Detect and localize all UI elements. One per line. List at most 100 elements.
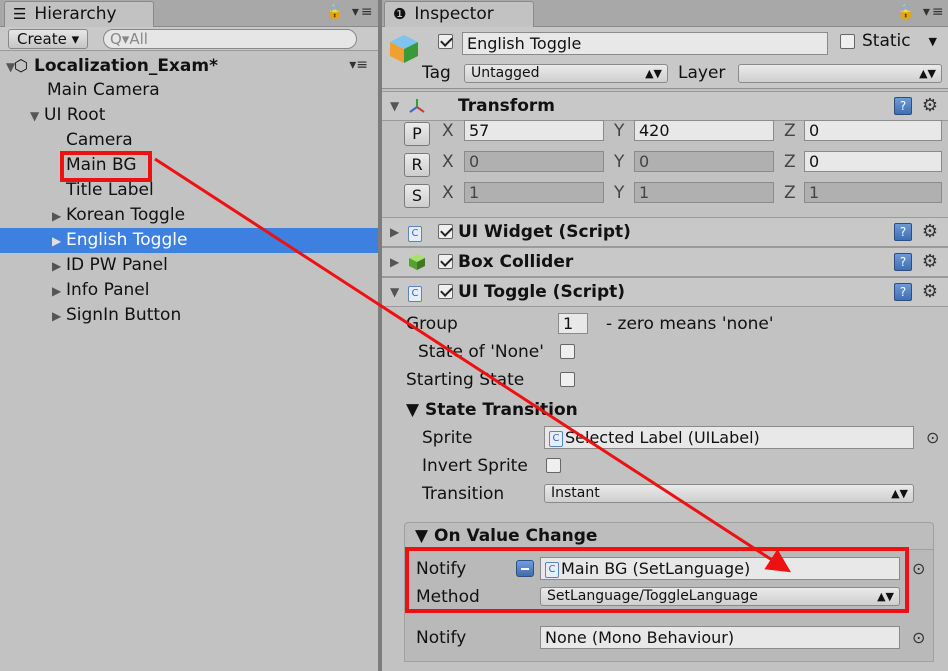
- object-picker-icon[interactable]: ⊙: [926, 428, 939, 447]
- help-book-icon[interactable]: ?: [894, 253, 912, 271]
- expand-arrow-icon[interactable]: ▼: [30, 104, 44, 129]
- help-book-icon[interactable]: ?: [894, 283, 912, 301]
- script-icon: C: [408, 226, 422, 242]
- collider-title: Box Collider: [458, 252, 574, 272]
- static-label: Static: [862, 31, 911, 51]
- ui-toggle-header[interactable]: ▼ C UI Toggle (Script) ? ⚙: [382, 277, 948, 307]
- notify-method-highlight: [405, 547, 909, 613]
- object-picker-icon[interactable]: ⊙: [912, 628, 925, 647]
- hierarchy-item[interactable]: ▶ Korean Toggle: [0, 203, 378, 228]
- object-name-input[interactable]: English Toggle: [462, 32, 828, 55]
- box-collider-header[interactable]: ▶ Box Collider ? ⚙: [382, 247, 948, 277]
- gear-icon[interactable]: ⚙: [922, 221, 938, 242]
- expand-arrow-icon[interactable]: ▼: [0, 55, 15, 80]
- hierarchy-item[interactable]: Title Label: [0, 178, 378, 203]
- help-book-icon[interactable]: ?: [894, 223, 912, 241]
- collider-enabled-checkbox[interactable]: [438, 254, 453, 269]
- widget-fold-icon[interactable]: ▶: [390, 225, 399, 239]
- scene-menu-icon[interactable]: ▾≡: [349, 53, 368, 78]
- rotation-reset-button[interactable]: R: [404, 153, 430, 177]
- expand-arrow-icon[interactable]: ▶: [52, 204, 66, 229]
- notify-empty-field[interactable]: None (Mono Behaviour): [540, 626, 900, 649]
- position-x-field[interactable]: 57: [464, 120, 604, 141]
- hierarchy-tab-menu-icon[interactable]: 🔒 ▾≡: [326, 4, 375, 20]
- state-none-label: State of 'None': [418, 342, 544, 362]
- on-value-change-foldout[interactable]: ▼ On Value Change: [404, 522, 934, 550]
- state-none-checkbox[interactable]: [560, 344, 575, 359]
- expand-arrow-icon[interactable]: ▶: [52, 254, 66, 279]
- scene-row[interactable]: ▼⬡ Localization_Exam* ▾≡: [0, 53, 378, 78]
- hierarchy-item-label: Title Label: [66, 180, 154, 200]
- invert-sprite-checkbox[interactable]: [546, 458, 561, 473]
- transform-header[interactable]: ▼ Transform ? ⚙: [382, 91, 948, 121]
- position-z-field[interactable]: 0: [804, 120, 942, 141]
- inspector-tab-menu-icon[interactable]: 🔒 ▾≡: [897, 4, 946, 20]
- hierarchy-item[interactable]: ▶ Info Panel: [0, 278, 378, 303]
- widget-title: UI Widget (Script): [458, 222, 631, 242]
- gear-icon[interactable]: ⚙: [922, 95, 938, 116]
- create-button[interactable]: Create ▾: [8, 29, 89, 49]
- hierarchy-panel: ☰ Hierarchy 🔒 ▾≡ Create ▾ Q▾All ▼⬡ Locali…: [0, 0, 378, 671]
- tag-dropdown[interactable]: Untagged ▲▼: [464, 64, 668, 83]
- hierarchy-item-label: Camera: [66, 130, 133, 150]
- starting-state-checkbox[interactable]: [560, 372, 575, 387]
- hierarchy-item[interactable]: ▶ SignIn Button: [0, 303, 378, 328]
- hierarchy-tab[interactable]: ☰ Hierarchy: [4, 1, 154, 27]
- expand-arrow-icon[interactable]: ▶: [52, 229, 66, 254]
- sprite-field[interactable]: C Selected Label (UILabel): [544, 426, 914, 449]
- scale-z-label: Z: [784, 183, 796, 203]
- layer-dropdown[interactable]: ▲▼: [738, 64, 942, 83]
- hierarchy-item[interactable]: Camera: [0, 128, 378, 153]
- toggle-enabled-checkbox[interactable]: [438, 284, 453, 299]
- hierarchy-item[interactable]: ▶ English Toggle: [0, 228, 378, 253]
- gameobject-cube-icon: [390, 35, 418, 63]
- tag-value: Untagged: [471, 65, 540, 81]
- scale-x-field[interactable]: 1: [464, 182, 604, 203]
- transform-fold-icon[interactable]: ▼: [390, 99, 399, 113]
- group-field[interactable]: 1: [558, 313, 588, 334]
- rotation-z-label: Z: [784, 152, 796, 172]
- scale-z-field[interactable]: 1: [804, 182, 942, 203]
- scale-y-field[interactable]: 1: [634, 182, 774, 203]
- hierarchy-item[interactable]: Main Camera: [0, 78, 378, 103]
- scale-reset-button[interactable]: S: [404, 184, 430, 208]
- hierarchy-tab-label: Hierarchy: [34, 4, 117, 24]
- rotation-z-field[interactable]: 0: [804, 151, 942, 172]
- object-picker-icon[interactable]: ⊙: [912, 559, 925, 578]
- rotation-x-field[interactable]: 0: [464, 151, 604, 172]
- gear-icon[interactable]: ⚙: [922, 281, 938, 302]
- main-bg-highlight: [60, 151, 152, 182]
- gear-icon[interactable]: ⚙: [922, 251, 938, 272]
- hierarchy-item[interactable]: Main BG: [0, 153, 378, 178]
- rotation-y-field[interactable]: 0: [634, 151, 774, 172]
- active-checkbox[interactable]: [438, 34, 453, 49]
- collider-fold-icon[interactable]: ▶: [390, 255, 399, 269]
- toggle-fold-icon[interactable]: ▼: [390, 285, 399, 299]
- inspector-tab[interactable]: ❶ Inspector: [384, 1, 534, 27]
- position-reset-button[interactable]: P: [404, 122, 430, 146]
- transition-dropdown[interactable]: Instant ▲▼: [544, 484, 914, 503]
- invert-sprite-label: Invert Sprite: [422, 456, 528, 476]
- inspector-tab-label: Inspector: [414, 4, 494, 24]
- position-z-label: Z: [784, 121, 796, 141]
- widget-enabled-checkbox[interactable]: [438, 224, 453, 239]
- scale-y-label: Y: [614, 183, 625, 203]
- hierarchy-search-input[interactable]: Q▾All: [103, 29, 357, 49]
- expand-arrow-icon[interactable]: ▶: [52, 304, 66, 329]
- hierarchy-item[interactable]: ▼ UI Root: [0, 103, 378, 128]
- hierarchy-item-label: Info Panel: [66, 280, 150, 300]
- state-transition-foldout[interactable]: ▼ State Transition: [406, 400, 578, 420]
- info-icon: ❶: [393, 5, 407, 23]
- expand-arrow-icon[interactable]: ▶: [52, 279, 66, 304]
- static-dropdown-icon[interactable]: ▼: [922, 33, 942, 52]
- static-checkbox[interactable]: [840, 34, 855, 49]
- sprite-value: Selected Label (UILabel): [565, 428, 760, 447]
- hierarchy-item[interactable]: ▶ ID PW Panel: [0, 253, 378, 278]
- position-y-field[interactable]: 420: [634, 120, 774, 141]
- ui-widget-header[interactable]: ▶ C UI Widget (Script) ? ⚙: [382, 217, 948, 247]
- rotation-x-label: X: [442, 152, 454, 172]
- list-icon: ☰: [13, 5, 27, 23]
- help-book-icon[interactable]: ?: [894, 97, 912, 115]
- scene-name: Localization_Exam*: [34, 56, 218, 76]
- position-y-label: Y: [614, 121, 625, 141]
